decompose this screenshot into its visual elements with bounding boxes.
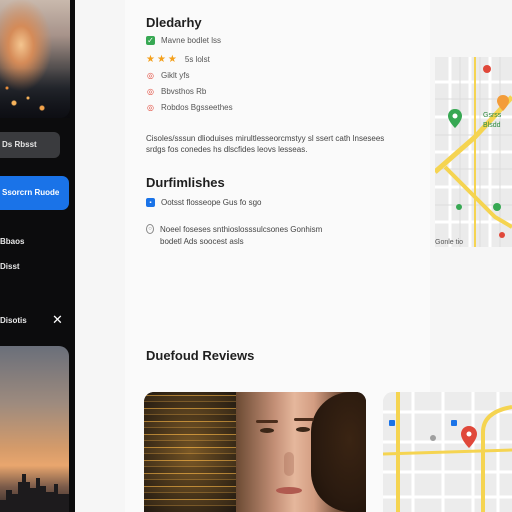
sidebar-secondary-button[interactable]: Ds Rbsst <box>0 132 60 158</box>
location-pin-icon: ◎ <box>147 103 154 112</box>
feature-text: Ootsst flosseope Gus fo sgo <box>161 198 262 207</box>
square-check-icon: ✓ <box>146 36 155 45</box>
map-bottom-graphic <box>383 392 512 512</box>
details-paragraph: Cisoles/sssun dlioduises mirultlesseorcm… <box>146 134 385 154</box>
map-top-graphic <box>435 57 512 247</box>
info-row-1: ✓ Mavne bodlet lss <box>146 36 221 45</box>
brow-left <box>256 420 278 423</box>
info-text: Giklt yfs <box>161 71 190 80</box>
map-top-label-1: Gsrss <box>483 112 502 119</box>
feature-item-1: ▪ Ootsst flosseope Gus fo sgo <box>146 198 262 207</box>
sidebar-cityscape-image[interactable] <box>0 0 70 118</box>
info-row-3: ◎ Giklt yfs <box>146 71 189 80</box>
blue-badge-icon: ▪ <box>146 198 155 207</box>
details-title: Dledarhy <box>146 15 202 30</box>
map-top-caption: Gonle tio <box>435 239 464 246</box>
location-pin-icon: ◎ <box>147 87 154 96</box>
map-top-label-2: Blsdd <box>483 122 501 129</box>
info-text: Robdos Bgsseethes <box>161 103 233 112</box>
location-pin-icon: ◎ <box>147 71 154 80</box>
eye-right <box>296 427 310 432</box>
reviews-title: Duefoud Reviews <box>146 348 255 363</box>
review-portrait-image <box>236 392 366 512</box>
eye-left <box>260 428 274 433</box>
review-bookshelf-image <box>144 392 236 512</box>
close-icon[interactable]: ✕ <box>52 313 63 327</box>
map-bottom[interactable] <box>383 392 512 512</box>
review-card[interactable] <box>144 392 366 512</box>
hair-shape <box>311 392 366 512</box>
sidebar-panel-label: Disotis <box>0 316 27 325</box>
city-lights <box>0 68 70 118</box>
sidebar-sunset-image[interactable] <box>0 346 69 512</box>
sidebar-link-2[interactable]: Disst <box>0 262 20 271</box>
star-icon: ★★★ <box>146 54 179 65</box>
brow-right <box>294 418 314 421</box>
features-title: Durfimlishes <box>146 175 225 190</box>
info-text: Mavne bodlet lss <box>161 36 222 45</box>
info-text: 5s lolst <box>184 55 210 64</box>
sidebar: Ds Rbsst Ssorcrn Ruode Bbaos Disst Disot… <box>0 0 75 512</box>
glow-overlay <box>144 392 236 512</box>
info-row-5: ◎ Robdos Bgsseethes <box>146 103 233 112</box>
sidebar-primary-button[interactable]: Ssorcrn Ruode <box>0 176 69 210</box>
outline-circle-icon: ○ <box>146 224 154 234</box>
nose-shape <box>284 452 294 476</box>
feature-item-2: ○ Noeel foseses snthioslosssulcsones Gon… <box>146 224 346 248</box>
skyline-silhouette <box>0 474 69 512</box>
sidebar-link-1[interactable]: Bbaos <box>0 237 24 246</box>
info-text: Bbvsthos Rb <box>161 87 207 96</box>
map-top[interactable]: Gsrss Blsdd Gonle tio <box>435 57 512 247</box>
feature-text: Noeel foseses snthioslosssulcsones Gonhi… <box>160 225 323 246</box>
info-row-4: ◎ Bbvsthos Rb <box>146 87 206 96</box>
info-row-rating: ★★★ 5s lolst <box>146 54 210 65</box>
lip-shape <box>276 487 302 494</box>
